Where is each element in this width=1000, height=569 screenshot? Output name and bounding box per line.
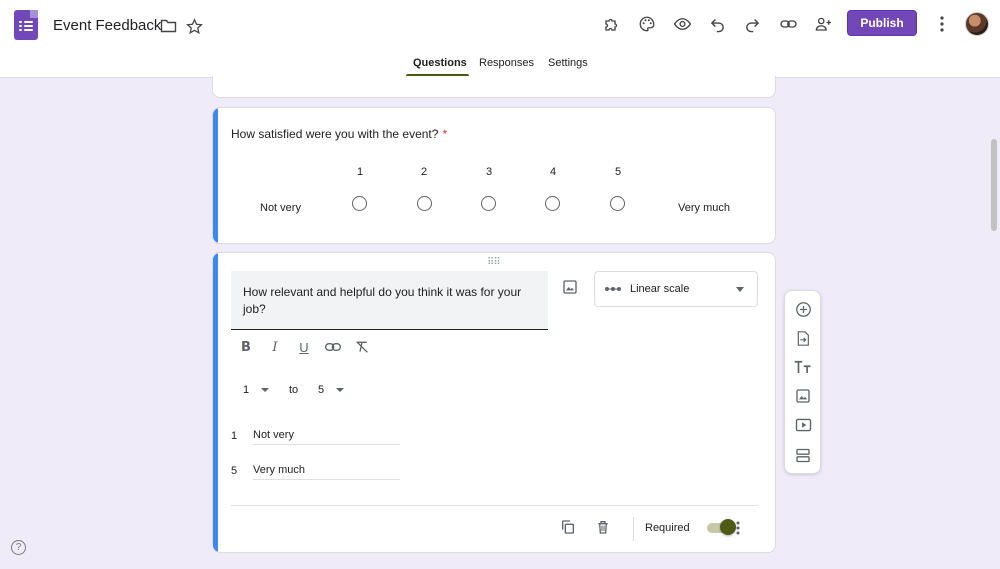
import-questions-icon[interactable] [794, 329, 812, 347]
required-asterisk: * [442, 127, 448, 141]
add-image-icon[interactable] [794, 387, 812, 405]
top-bar: Event Feedback Publish Questions Respons… [0, 0, 1000, 78]
drag-handle-icon[interactable]: ⠿⠿ [487, 257, 501, 268]
previous-question-card[interactable] [212, 76, 776, 98]
add-question-icon[interactable] [794, 300, 812, 318]
form-title[interactable]: Event Feedback [53, 17, 161, 34]
high-label-input[interactable]: Very much [253, 461, 400, 480]
tab-responses[interactable]: Responses [479, 57, 534, 69]
scale-radio-4[interactable] [545, 196, 560, 211]
delete-trash-icon[interactable] [595, 519, 611, 535]
preview-eye-icon[interactable] [670, 12, 694, 36]
question-toolbar [784, 290, 821, 474]
scale-min-select[interactable]: 1 [243, 384, 270, 396]
low-label-number: 1 [231, 430, 238, 442]
clear-formatting-icon[interactable] [354, 339, 370, 355]
addons-puzzle-icon[interactable] [600, 12, 624, 36]
linear-scale-icon [605, 287, 621, 291]
star-icon[interactable] [182, 14, 206, 38]
forms-logo-icon[interactable] [14, 10, 38, 40]
scale-max-select[interactable]: 5 [318, 384, 345, 396]
scale-number: 2 [420, 166, 428, 178]
scale-radio-3[interactable] [481, 196, 496, 211]
question-type-dropdown[interactable]: Linear scale [594, 271, 758, 307]
high-label-number: 5 [231, 465, 238, 477]
question-card[interactable]: How satisfied were you with the event? * … [212, 107, 776, 244]
scale-high-label: Very much [678, 202, 730, 214]
duplicate-icon[interactable] [560, 519, 576, 535]
insert-link-icon[interactable] [325, 339, 341, 355]
chevron-down-icon [261, 388, 270, 393]
toggle-thumb [720, 519, 736, 535]
chevron-down-icon [336, 388, 345, 393]
add-section-icon[interactable] [794, 446, 812, 464]
add-title-icon[interactable] [794, 358, 812, 376]
scale-number: 5 [614, 166, 622, 178]
question-type-label: Linear scale [630, 283, 690, 295]
palette-icon[interactable] [635, 12, 659, 36]
underline-icon[interactable]: U [296, 339, 312, 355]
scale-radio-5[interactable] [610, 196, 625, 211]
tab-questions[interactable]: Questions [413, 57, 467, 69]
footer-divider [231, 505, 758, 506]
footer-separator [633, 517, 634, 541]
folder-icon[interactable] [156, 14, 180, 38]
scale-radio-2[interactable] [417, 196, 432, 211]
add-video-icon[interactable] [794, 416, 812, 434]
card-accent-bar [213, 108, 218, 243]
scale-min-value: 1 [243, 384, 250, 396]
active-question-card[interactable]: ⠿⠿ How relevant and helpful do you think… [212, 252, 776, 553]
form-tabs: Questions Responses Settings [0, 57, 1000, 77]
scale-low-label: Not very [260, 202, 301, 214]
page-scrollbar[interactable] [991, 139, 997, 231]
scale-number: 3 [485, 166, 493, 178]
more-menu-icon[interactable] [930, 12, 954, 36]
question-title-input[interactable]: How relevant and helpful do you think it… [231, 271, 548, 330]
bold-icon[interactable]: B [238, 339, 254, 355]
scale-number: 4 [549, 166, 557, 178]
publish-button[interactable]: Publish [847, 10, 917, 36]
card-accent-bar [213, 253, 218, 552]
undo-icon[interactable] [705, 12, 729, 36]
italic-icon[interactable]: I [267, 339, 283, 355]
chevron-down-icon [736, 287, 744, 292]
help-icon[interactable]: ? [11, 540, 26, 555]
scale-max-value: 5 [318, 384, 325, 396]
add-image-icon[interactable] [562, 279, 580, 297]
tab-settings[interactable]: Settings [548, 57, 588, 69]
required-label: Required [645, 522, 690, 534]
avatar[interactable] [965, 12, 989, 36]
add-collaborator-icon[interactable] [811, 12, 835, 36]
range-to-text: to [289, 384, 299, 396]
question-more-icon[interactable] [736, 521, 744, 535]
link-icon[interactable] [776, 12, 800, 36]
question-title: How satisfied were you with the event? * [231, 127, 448, 141]
scale-number: 1 [356, 166, 364, 178]
scale-radio-1[interactable] [352, 196, 367, 211]
required-toggle[interactable] [707, 519, 736, 535]
low-label-input[interactable]: Not very [253, 426, 400, 445]
redo-icon[interactable] [740, 12, 764, 36]
